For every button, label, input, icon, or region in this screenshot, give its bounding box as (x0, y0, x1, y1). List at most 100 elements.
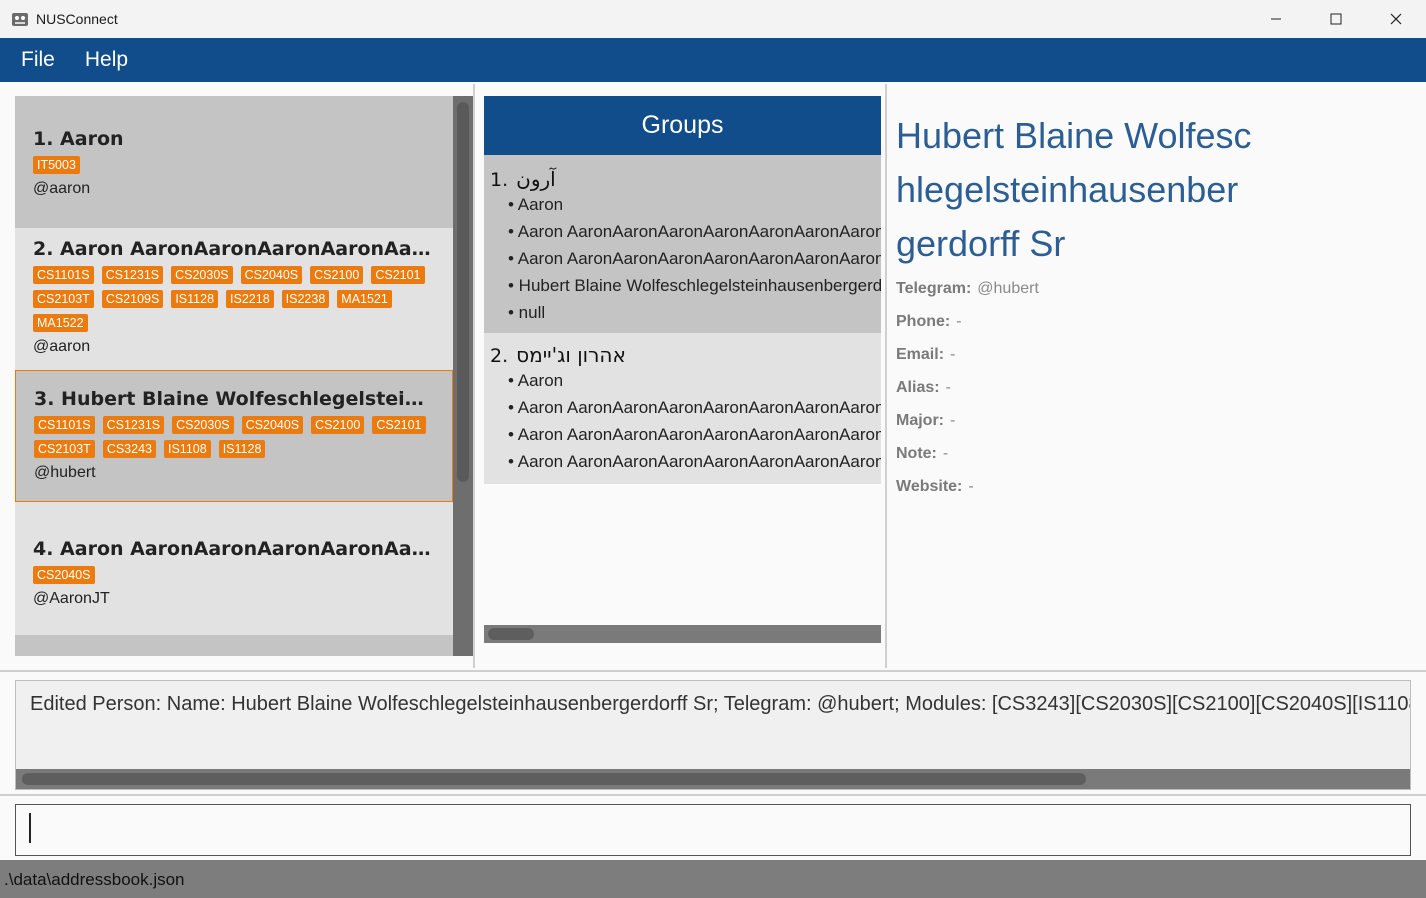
window-controls (1246, 0, 1426, 38)
text-cursor (29, 813, 31, 843)
telegram-value: @hubert (977, 280, 1039, 297)
module-tag: MA1522 (33, 314, 88, 332)
person-name: 1. Aaron (33, 128, 124, 150)
group-number: 2. (490, 345, 509, 367)
email-label: Email: (896, 346, 945, 363)
detail-name: Hubert Blaine Wolfeschlegelsteinhausenbe… (896, 115, 1252, 264)
person-tags: CS1101S CS1231S CS2030S CS2040S CS2100 C… (34, 416, 434, 464)
person-list-scrollbar[interactable] (453, 96, 473, 656)
major-label: Major: (896, 412, 944, 429)
person-card-selected[interactable]: 3. Hubert Blaine Wolfeschlegelsteinhause… (15, 370, 453, 502)
scrollbar-thumb[interactable] (22, 773, 1086, 785)
group-member: • Aaron (508, 371, 564, 390)
module-tag: CS2103T (34, 440, 95, 458)
minimize-button[interactable] (1246, 0, 1306, 38)
person-card[interactable]: 2. Aaron AaronAaronAaronAaronAaronAaronA… (15, 228, 453, 370)
person-name: 3. Hubert Blaine Wolfeschlegelsteinhause… (34, 388, 434, 410)
menu-file[interactable]: File (6, 48, 70, 72)
group-card[interactable]: 2. אהרון וג'יימס • Aaron • Aaron AaronAar… (484, 333, 881, 484)
person-tags: CS2040S (33, 566, 435, 590)
maximize-icon (1330, 13, 1342, 25)
module-tag: CS2100 (311, 416, 365, 434)
module-tag: CS2109S (101, 290, 164, 308)
person-card[interactable]: 4. Aaron AaronAaronAaronAaronAaronAaronA… (15, 502, 453, 635)
detail-email: Email: - (896, 346, 955, 364)
result-horizontal-scrollbar[interactable] (16, 769, 1410, 789)
module-tag: CS2040S (240, 266, 303, 284)
person-name: 4. Aaron AaronAaronAaronAaronAaronAaronA… (33, 538, 435, 560)
email-value: - (950, 346, 956, 363)
group-card[interactable]: 1. آرون • Aaron • Aaron AaronAaronAaronAa… (484, 155, 881, 333)
website-value: - (968, 478, 974, 495)
person-tags: IT5003 (33, 156, 435, 180)
person-list-panel: 1. Aaron IT5003 @aaron 2. Aaron AaronAar… (4, 84, 475, 668)
result-area: Edited Person: Name: Hubert Blaine Wolfe… (0, 670, 1426, 794)
app-icon (10, 9, 30, 29)
group-member: • Aaron AaronAaronAaronAaronAaronAaronAa… (508, 425, 881, 444)
module-tag: CS2040S (33, 566, 95, 584)
website-label: Website: (896, 478, 963, 495)
module-tag: CS1231S (102, 416, 165, 434)
module-tag: MA1521 (337, 290, 392, 308)
group-member: • Hubert Blaine Wolfeschlegelsteinhausen… (508, 276, 881, 295)
module-tag: CS2030S (171, 266, 233, 284)
person-card-partial[interactable] (15, 635, 453, 656)
groups-header: Groups (484, 96, 881, 155)
telegram-label: Telegram: (896, 280, 972, 297)
group-name: آرون (516, 167, 556, 191)
close-button[interactable] (1366, 0, 1426, 38)
module-tag: IS2218 (226, 290, 274, 308)
note-label: Note: (896, 445, 937, 462)
detail-major: Major: - (896, 412, 955, 430)
person-handle: @aaron (33, 180, 91, 197)
groups-horizontal-scrollbar[interactable] (484, 625, 881, 643)
module-tag: CS1101S (33, 266, 94, 284)
module-tag: CS2101 (372, 416, 426, 434)
app-window: NUSConnect File Help 1. Aaron IT5003 @aa… (0, 0, 1426, 898)
scrollbar-thumb[interactable] (488, 628, 534, 640)
person-list[interactable]: 1. Aaron IT5003 @aaron 2. Aaron AaronAar… (15, 96, 453, 656)
person-handle: @hubert (34, 464, 96, 481)
module-tag: CS1101S (34, 416, 95, 434)
module-tag: CS3243 (102, 440, 156, 458)
module-tag: IS1108 (164, 440, 211, 458)
groups-panel: Groups 1. آرون • Aaron • Aaron AaronAaron… (477, 84, 887, 668)
module-tag: CS2101 (371, 266, 425, 284)
alias-value: - (945, 379, 951, 396)
group-member: • Aaron AaronAaronAaronAaronAaronAaronAa… (508, 222, 881, 241)
result-display[interactable]: Edited Person: Name: Hubert Blaine Wolfe… (15, 680, 1411, 790)
group-number: 1. (490, 169, 509, 191)
major-value: - (950, 412, 956, 429)
module-tag: IS1128 (171, 290, 219, 308)
command-input[interactable] (15, 804, 1411, 856)
group-title: 1. آرون (484, 167, 881, 191)
save-file-path: .\data\addressbook.json (4, 870, 185, 889)
group-member: • Aaron (508, 195, 564, 214)
scrollbar-thumb[interactable] (457, 102, 469, 482)
group-name: אהרון וג'יימס (516, 343, 626, 367)
person-card[interactable]: 1. Aaron IT5003 @aaron (15, 96, 453, 228)
phone-label: Phone: (896, 313, 951, 330)
detail-note: Note: - (896, 445, 948, 463)
group-member: • Aaron AaronAaronAaronAaronAaronAaronAa… (508, 398, 881, 417)
module-tag: CS2040S (241, 416, 304, 434)
module-tag: CS2030S (172, 416, 234, 434)
note-value: - (942, 445, 949, 462)
person-name: 2. Aaron AaronAaronAaronAaronAaronAaronA… (33, 238, 435, 260)
group-member: • Aaron AaronAaronAaronAaronAaronAaronAa… (508, 249, 881, 268)
detail-phone: Phone: - (896, 313, 962, 331)
group-member: • Aaron AaronAaronAaronAaronAaronAaronAa… (508, 452, 881, 471)
module-tag: IT5003 (33, 156, 80, 174)
module-tag: CS2103T (33, 290, 94, 308)
detail-website: Website: - (896, 478, 974, 496)
menu-help[interactable]: Help (70, 48, 143, 72)
window-title: NUSConnect (36, 11, 118, 27)
detail-alias: Alias: - (896, 379, 951, 397)
menu-bar: File Help (0, 38, 1426, 82)
person-handle: @aaron (33, 338, 91, 355)
title-bar: NUSConnect (0, 0, 1426, 38)
person-handle: @AaronJT (33, 590, 110, 607)
maximize-button[interactable] (1306, 0, 1366, 38)
status-bar: .\data\addressbook.json (0, 860, 1426, 898)
phone-value: - (956, 313, 962, 330)
